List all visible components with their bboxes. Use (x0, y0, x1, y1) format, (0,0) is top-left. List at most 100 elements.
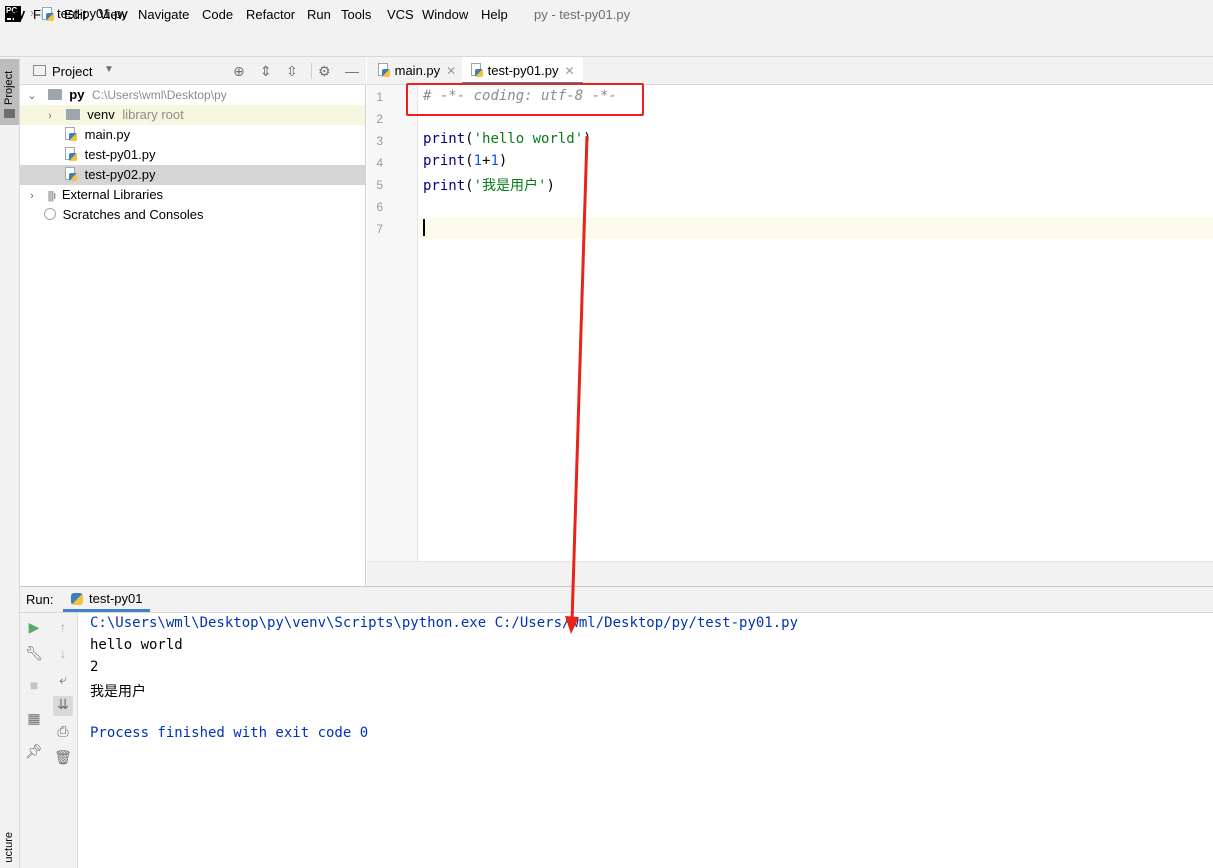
code-line-3: print('hello world') (423, 131, 592, 147)
chevron-down-icon[interactable]: ▼ (104, 64, 114, 75)
trash-icon[interactable]: 🗑︎ (54, 749, 72, 766)
python-file-icon (377, 63, 391, 77)
menu-window[interactable]: Window (422, 7, 468, 22)
breadcrumb-separator-icon: › (30, 5, 35, 20)
menu-tools[interactable]: Tools (341, 7, 371, 22)
tree-item-label: test-py01.py (84, 147, 156, 162)
console-exit-message: Process finished with exit code 0 (90, 725, 369, 741)
console-output-line: hello world (90, 637, 183, 653)
arrow-up-icon[interactable]: ↑ (54, 619, 72, 635)
code-paren: ) (546, 178, 555, 194)
tree-item-label: Scratches and Consoles (62, 207, 204, 222)
left-tool-strip (0, 57, 20, 868)
gear-icon[interactable]: ⚙ (318, 63, 331, 80)
tree-item-venv[interactable]: › venv library root (20, 105, 365, 125)
stop-icon[interactable]: ■ (25, 677, 43, 693)
menu-code[interactable]: Code (202, 7, 233, 22)
chevron-down-icon[interactable]: ⌄ (26, 86, 38, 106)
caret-row-highlight (418, 217, 1213, 239)
tree-item-main-py[interactable]: main.py (20, 125, 365, 145)
code-paren: ) (583, 131, 592, 147)
tree-item-label: External Libraries (61, 187, 164, 202)
project-tool-label: Project (3, 70, 15, 105)
tab-label: test-py01.py (487, 63, 559, 78)
code-number: 1 (473, 153, 483, 169)
window-title: py - test-py01.py (534, 7, 631, 22)
python-file-icon (41, 7, 55, 21)
annotation-highlight-box (406, 83, 644, 116)
header-divider (311, 63, 312, 79)
scroll-to-end-icon[interactable]: ⇊ (53, 696, 73, 716)
console-output-line: 2 (90, 659, 99, 675)
tree-item-label: py (69, 87, 85, 102)
locate-icon[interactable]: ⊕ (233, 63, 245, 80)
console-output-line: 我是用户 (90, 684, 146, 700)
project-view-icon (33, 65, 46, 76)
python-file-icon (64, 127, 78, 141)
python-icon (71, 593, 83, 605)
wrench-icon[interactable]: 🔧︎ (25, 645, 43, 662)
tree-item-path: C:\Users\wml\Desktop\py (92, 88, 227, 102)
menu-help[interactable]: Help (481, 7, 508, 22)
chevron-right-icon[interactable]: › (26, 186, 38, 206)
code-function: print (423, 153, 466, 169)
line-number: 7 (376, 222, 383, 236)
minimize-icon[interactable]: — (345, 63, 359, 79)
tab-label: main.py (394, 63, 441, 78)
run-tab-label: test-py01 (89, 591, 143, 606)
layout-icon[interactable]: ▦ (25, 710, 43, 727)
line-number: 1 (376, 90, 383, 104)
menu-run[interactable]: Run (307, 7, 331, 22)
tab-test-py01[interactable]: test-py01.py ✕ (462, 57, 583, 85)
structure-tool-button[interactable]: ucture (3, 832, 15, 863)
tree-item-test-py02[interactable]: test-py02.py (20, 165, 365, 185)
soft-wrap-icon[interactable]: ⤶ (54, 671, 72, 688)
python-file-icon (64, 147, 78, 161)
line-number: 3 (376, 134, 383, 148)
tree-item-label: venv (87, 107, 115, 122)
tree-item-hint: library root (122, 107, 184, 122)
code-string: 'hello world' (473, 131, 584, 147)
code-number: 1 (490, 153, 499, 169)
tree-item-test-py01[interactable]: test-py01.py (20, 145, 365, 165)
tree-item-py[interactable]: ⌄ py C:\Users\wml\Desktop\py (20, 85, 365, 105)
print-icon[interactable]: ⎙ (54, 723, 72, 740)
tab-main-py[interactable]: main.py ✕ (369, 57, 464, 85)
run-panel-label: Run: (26, 592, 54, 607)
library-icon: |||ı (47, 190, 57, 202)
python-file-icon (470, 63, 484, 77)
menu-refactor[interactable]: Refactor (246, 7, 295, 22)
rerun-icon[interactable]: ▶ (25, 619, 43, 636)
pin-icon[interactable]: 📌︎ (25, 743, 43, 760)
code-paren: ( (465, 131, 474, 147)
code-line-4: print(1+1) (423, 153, 507, 169)
line-number: 4 (376, 156, 383, 170)
project-view-selector[interactable]: Project (52, 64, 92, 79)
tree-item-label: main.py (84, 127, 131, 142)
folder-icon (65, 109, 80, 120)
console-command: C:\Users\wml\Desktop\py\venv\Scripts\pyt… (90, 615, 799, 631)
code-paren: ) (498, 153, 508, 169)
menu-vcs[interactable]: VCS (387, 7, 414, 22)
arrow-down-icon[interactable]: ↓ (54, 645, 72, 661)
code-function: print (423, 131, 466, 147)
tree-item-scratches[interactable]: Scratches and Consoles (20, 205, 365, 225)
menu-navigate[interactable]: Navigate (138, 7, 189, 22)
expand-all-icon[interactable]: ⇕ (260, 63, 272, 80)
tree-item-external-libraries[interactable]: › |||ı External Libraries (20, 185, 365, 205)
line-number: 5 (376, 178, 383, 192)
folder-icon (4, 109, 15, 118)
collapse-all-icon[interactable]: ⇳ (286, 63, 298, 80)
code-editor[interactable] (418, 85, 1213, 561)
run-tab-test-py01[interactable]: test-py01 (63, 587, 151, 612)
folder-icon (47, 89, 62, 100)
chevron-right-icon[interactable]: › (44, 106, 56, 126)
breadcrumb-project[interactable]: py (10, 6, 25, 21)
scratches-icon (44, 208, 56, 220)
code-line-5: print('我是用户') (423, 175, 555, 195)
code-paren: ( (465, 153, 474, 169)
close-icon[interactable]: ✕ (564, 64, 574, 78)
close-icon[interactable]: ✕ (446, 64, 456, 78)
editor-footer (367, 561, 1213, 586)
breadcrumb-file[interactable]: test-py01.py (57, 6, 128, 21)
